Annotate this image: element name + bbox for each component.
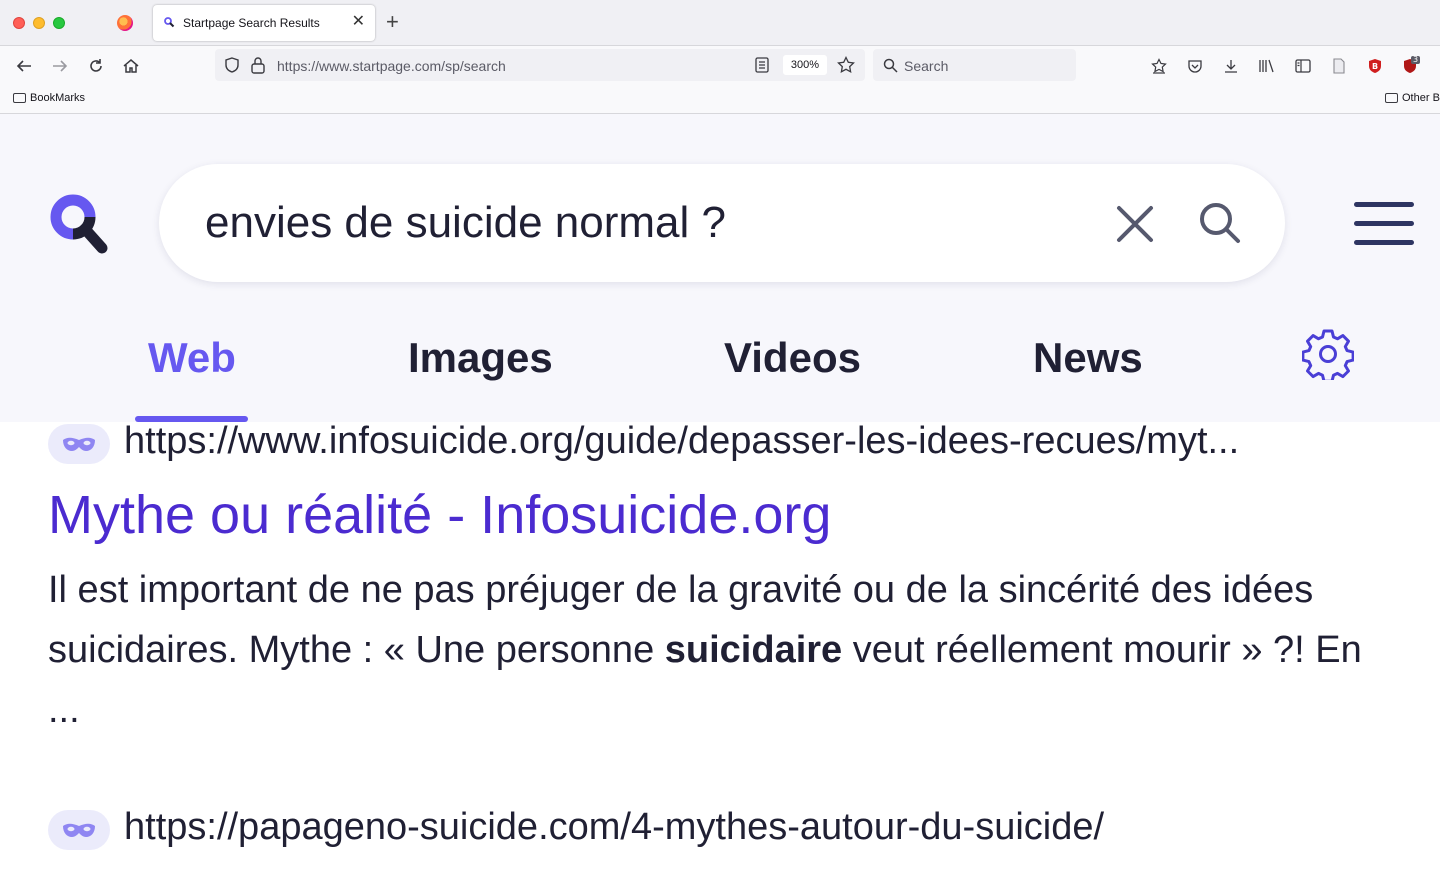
startpage-logo-icon[interactable] (50, 194, 110, 256)
search-icon (883, 58, 898, 73)
firefox-icon[interactable] (117, 15, 133, 31)
ublock-extension-icon[interactable]: 3 (1401, 55, 1421, 76)
new-tab-button[interactable]: + (386, 11, 399, 33)
search-header: envies de suicide normal ? Web Images Vi… (0, 114, 1440, 422)
url-text: https://www.startpage.com/sp/search (277, 58, 506, 74)
bookmark-folder-label: BookMarks (30, 92, 86, 104)
pocket-icon[interactable] (1185, 56, 1205, 76)
search-input[interactable]: envies de suicide normal ? (159, 164, 1285, 282)
browser-tab[interactable]: Startpage Search Results ✕ (153, 5, 375, 41)
snippet-highlight: suicidaire (664, 629, 843, 671)
tab-news-label: News (1033, 334, 1143, 381)
bookmarks-toolbar: BookMarks Other B (0, 86, 1440, 114)
bookmark-star-icon[interactable] (837, 56, 855, 74)
browser-search-field[interactable]: Search (873, 49, 1076, 81)
zoom-window-button[interactable] (53, 17, 65, 29)
folder-icon (1385, 93, 1398, 103)
search-category-tabs: Web Images Videos News (0, 330, 1440, 422)
page-icon[interactable] (1329, 56, 1349, 76)
result-url[interactable]: https://www.infosuicide.org/guide/depass… (124, 420, 1239, 463)
anonymous-view-button[interactable] (48, 424, 110, 464)
svg-text:B: B (1372, 62, 1378, 71)
menu-hamburger-icon[interactable] (1354, 202, 1414, 246)
back-icon[interactable] (14, 56, 34, 76)
result-url[interactable]: https://papageno-suicide.com/4-mythes-au… (124, 806, 1104, 849)
bookmark-folder-bookmarks[interactable]: BookMarks (13, 92, 85, 104)
sidebar-icon[interactable] (1293, 56, 1313, 76)
bookmark-folder-label: Other B (1402, 92, 1440, 104)
mask-icon (63, 437, 95, 451)
tab-images-label: Images (408, 334, 553, 381)
search-submit-icon[interactable] (1197, 200, 1243, 246)
result-snippet: Il est important de ne pas préjuger de l… (48, 560, 1368, 740)
navigation-toolbar: https://www.startpage.com/sp/search 300%… (0, 46, 1440, 86)
browser-tab-bar: Startpage Search Results ✕ + (0, 0, 1440, 46)
address-bar[interactable]: https://www.startpage.com/sp/search 300% (215, 49, 865, 81)
startpage-favicon-icon (164, 17, 175, 28)
zoom-level-badge[interactable]: 300% (783, 55, 827, 75)
reader-view-icon[interactable] (755, 57, 769, 73)
browser-search-placeholder: Search (904, 58, 949, 74)
reload-icon[interactable] (86, 56, 106, 76)
pocket-save-icon[interactable] (1149, 56, 1169, 76)
minimize-window-button[interactable] (33, 17, 45, 29)
mask-icon (63, 823, 95, 837)
anonymous-view-button[interactable] (48, 810, 110, 850)
search-query-text[interactable]: envies de suicide normal ? (205, 198, 726, 248)
clear-search-icon[interactable] (1113, 202, 1157, 246)
tab-videos-label: Videos (724, 334, 861, 381)
folder-icon (13, 93, 26, 103)
forward-icon[interactable] (50, 56, 70, 76)
lock-icon[interactable] (250, 56, 266, 74)
extension-badge-count: 3 (1413, 55, 1419, 64)
result-title-link[interactable]: Mythe ou réalité - Infosuicide.org (48, 484, 831, 546)
home-icon[interactable] (121, 56, 141, 76)
library-icon[interactable] (1257, 56, 1277, 76)
bitwarden-extension-icon[interactable]: B (1365, 56, 1385, 76)
shield-icon[interactable] (223, 56, 241, 74)
bookmark-folder-other[interactable]: Other B (1385, 92, 1440, 104)
tab-web-label: Web (148, 334, 236, 381)
settings-gear-icon[interactable] (1302, 328, 1354, 380)
close-window-button[interactable] (13, 17, 25, 29)
tab-close-icon[interactable]: ✕ (352, 13, 365, 31)
downloads-icon[interactable] (1221, 56, 1241, 76)
tab-title: Startpage Search Results (183, 16, 320, 30)
